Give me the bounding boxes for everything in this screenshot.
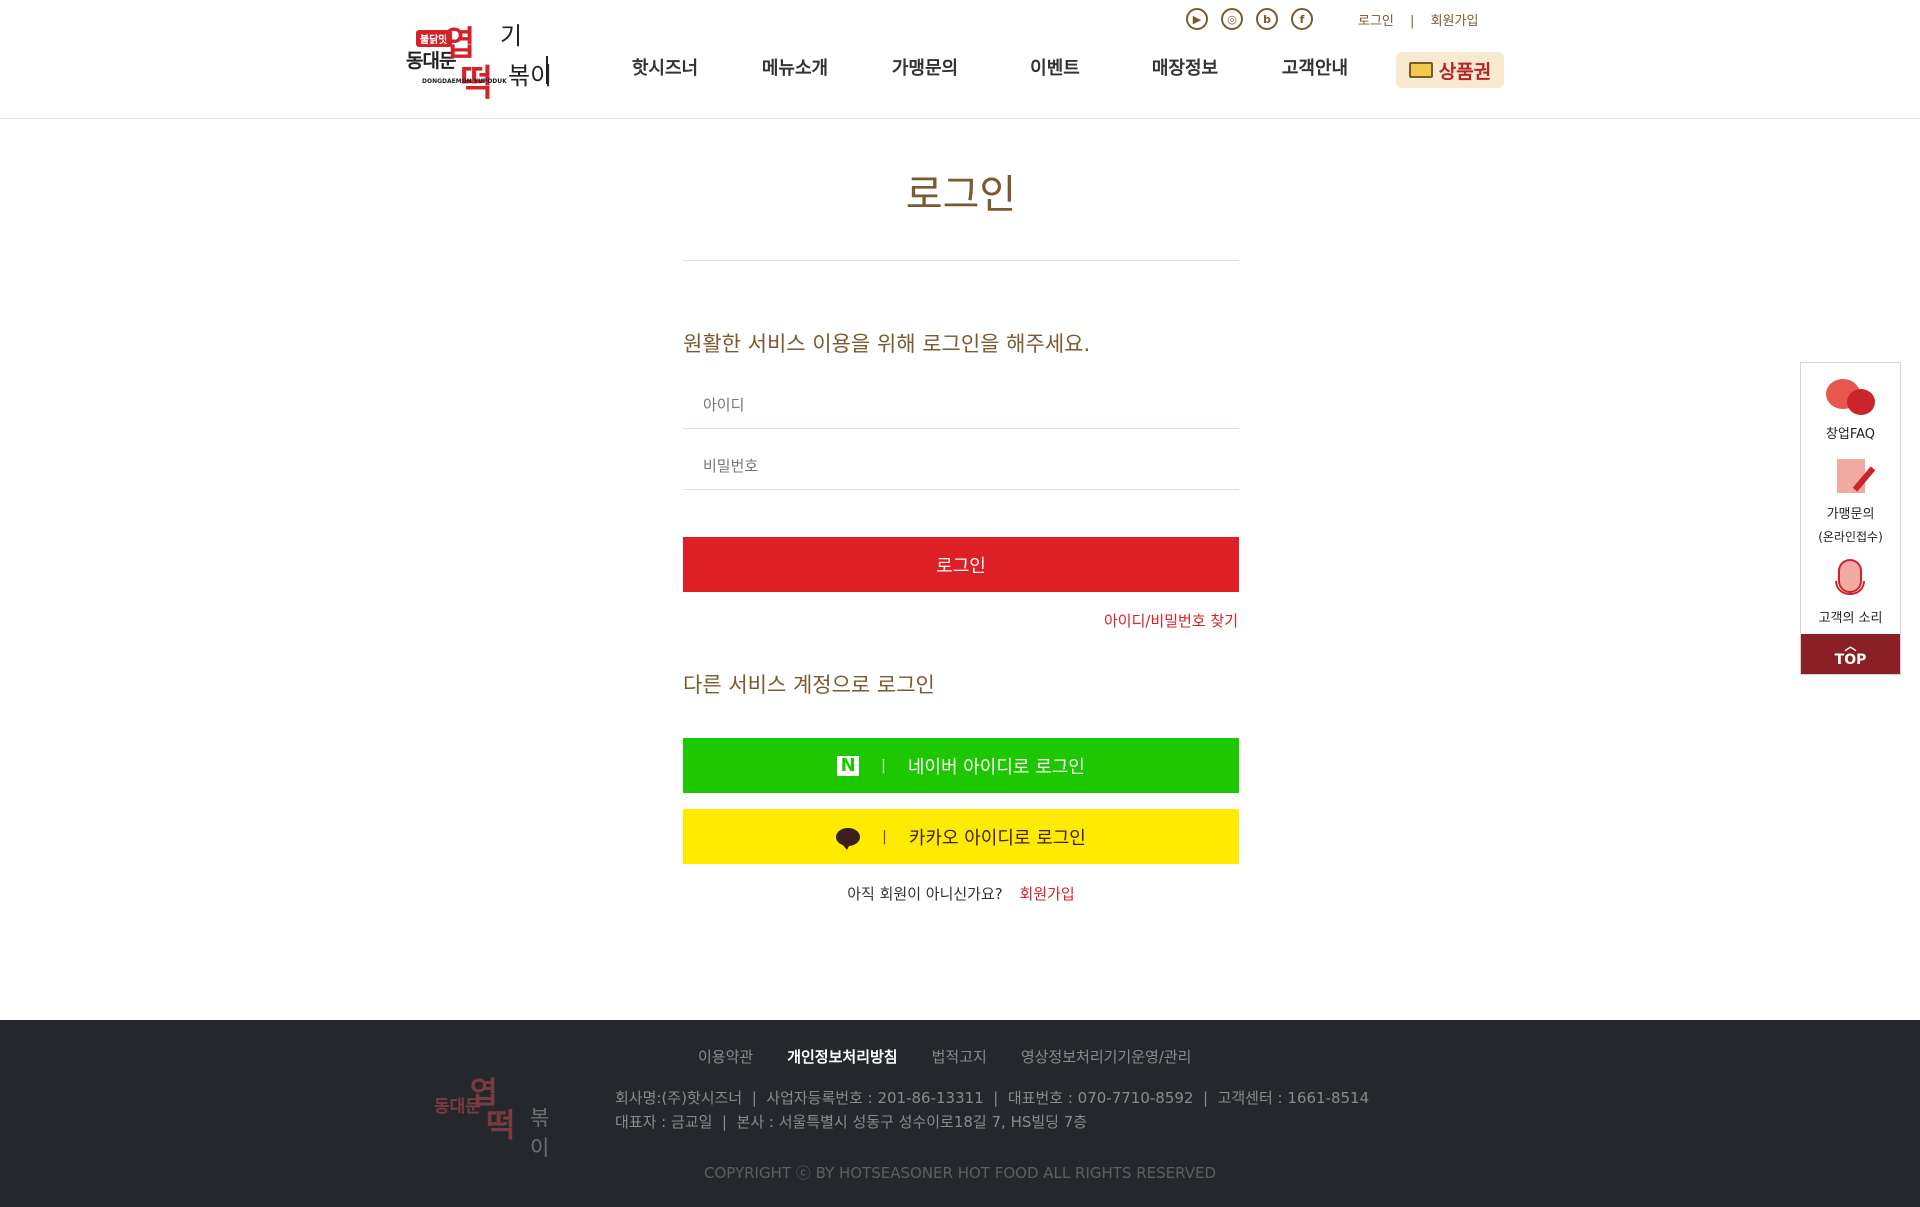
find-account-link[interactable]: 아이디/비밀번호 찾기 xyxy=(1104,610,1238,631)
nav-item-menu[interactable]: 메뉴소개 xyxy=(730,54,860,80)
nav-item-stores[interactable]: 매장정보 xyxy=(1120,54,1250,80)
company-info-line: 회사명:(주)핫시즈너 | 사업자등록번호 : 201-86-13311 | 대… xyxy=(615,1089,1370,1107)
footer-logo-text: 떡 xyxy=(486,1106,516,1144)
footer-logo-text: 볶이 xyxy=(530,1106,550,1160)
divider: | xyxy=(882,828,887,845)
kakao-talk-icon xyxy=(836,827,861,850)
footer-logo: 동대문 엽 떡 볶이 xyxy=(434,1070,564,1160)
logo-text-en: DONGDAEMUN YUPDDUK xyxy=(422,78,507,85)
id-field xyxy=(683,381,1239,429)
nav-item-franchise[interactable]: 가맹문의 xyxy=(860,54,990,80)
quick-faq-label: 창업FAQ xyxy=(1825,427,1876,442)
login-guide-text: 원활한 서비스 이용을 위해 로그인을 해주세요. xyxy=(683,332,1091,356)
logo-text-ki: 기 xyxy=(500,22,523,50)
voucher-button[interactable]: 상품권 xyxy=(1396,52,1504,88)
footer-link-cctv[interactable]: 영상정보처리기기운영/관리 xyxy=(1021,1046,1192,1067)
document-pen-icon xyxy=(1801,459,1900,499)
quick-item-voice[interactable]: 고객의 소리 xyxy=(1801,559,1900,626)
footer-link-legal[interactable]: 법적고지 xyxy=(932,1046,987,1067)
not-member-text: 아직 회원이 아니신가요? xyxy=(847,885,1003,903)
header: 불닭맛 동대문 엽 기 떡 볶이 DONGDAEMUN YUPDDUK ▶ ◎ … xyxy=(0,0,1920,119)
login-button[interactable]: 로그인 xyxy=(683,537,1239,592)
quick-menu: 창업FAQ 가맹문의 (온라인접수) 고객의 소리 ︿ TOP xyxy=(1800,362,1901,675)
instagram-icon[interactable]: ◎ xyxy=(1221,8,1243,30)
join-link[interactable]: 회원가입 xyxy=(1431,14,1479,29)
page-title: 로그인 xyxy=(905,172,1017,218)
nav-item-hotseasoner[interactable]: 핫시즈너 xyxy=(600,54,730,80)
blog-icon[interactable]: b xyxy=(1256,8,1278,30)
quick-inquiry-label: 가맹문의 xyxy=(1826,507,1875,522)
quick-item-inquiry[interactable]: 가맹문의 (온라인접수) xyxy=(1801,459,1900,545)
facebook-icon[interactable]: f xyxy=(1291,8,1313,30)
title-divider xyxy=(683,260,1239,261)
ticket-icon xyxy=(1408,62,1433,78)
naver-login-button[interactable]: N | 네이버 아이디로 로그인 xyxy=(683,738,1239,793)
main-nav: 핫시즈너 메뉴소개 가맹문의 이벤트 매장정보 고객안내 xyxy=(600,54,1380,80)
footer-link-privacy[interactable]: 개인정보처리방침 xyxy=(787,1046,897,1067)
quick-item-faq[interactable]: 창업FAQ xyxy=(1801,379,1900,442)
login-link[interactable]: 로그인 xyxy=(1358,14,1394,29)
naver-login-label: 네이버 아이디로 로그인 xyxy=(907,756,1085,778)
divider: | xyxy=(881,757,886,774)
footer: 동대문 엽 떡 볶이 이용약관 개인정보처리방침 법적고지 영상정보처리기기운영… xyxy=(0,1020,1920,1207)
password-field xyxy=(683,442,1239,490)
quick-inquiry-sub: (온라인접수) xyxy=(1818,530,1883,544)
join-link[interactable]: 회원가입 xyxy=(1020,885,1075,903)
nav-item-event[interactable]: 이벤트 xyxy=(990,54,1120,80)
id-input[interactable] xyxy=(683,381,1239,428)
sns-links: ▶ ◎ b f xyxy=(1186,8,1313,30)
copyright: COPYRIGHT ⓒ BY HOTSEASONER HOT FOOD ALL … xyxy=(703,1164,1217,1182)
top-label: TOP xyxy=(1834,652,1867,668)
kakao-login-label: 카카오 아이디로 로그인 xyxy=(908,827,1086,849)
join-prompt: 아직 회원이 아니신가요? 회원가입 xyxy=(683,883,1239,904)
password-input[interactable] xyxy=(683,442,1239,489)
kakao-login-button[interactable]: | 카카오 아이디로 로그인 xyxy=(683,809,1239,864)
brand-logo[interactable]: 불닭맛 동대문 엽 기 떡 볶이 DONGDAEMUN YUPDDUK xyxy=(404,16,554,104)
quick-voice-label: 고객의 소리 xyxy=(1818,611,1883,626)
microphone-icon xyxy=(1801,559,1900,603)
social-login-title: 다른 서비스 계정으로 로그인 xyxy=(683,673,935,697)
footer-link-terms[interactable]: 이용약관 xyxy=(698,1046,753,1067)
logo-bar xyxy=(546,56,548,84)
top-links: 로그인 | 회원가입 xyxy=(1358,10,1478,29)
nav-item-customer[interactable]: 고객안내 xyxy=(1250,54,1380,80)
chevron-up-icon: ︿ xyxy=(1844,639,1857,653)
naver-icon: N xyxy=(837,755,860,776)
youtube-icon[interactable]: ▶ xyxy=(1186,8,1208,30)
company-info: 회사명:(주)핫시즈너 | 사업자등록번호 : 201-86-13311 | 대… xyxy=(615,1086,1369,1134)
divider: | xyxy=(1410,14,1415,29)
scroll-top-button[interactable]: ︿ TOP xyxy=(1801,634,1900,674)
footer-links: 이용약관 개인정보처리방침 법적고지 영상정보처리기기운영/관리 xyxy=(698,1046,1191,1067)
company-info-line: 대표자 : 금교일 | 본사 : 서울특별시 성동구 성수이로18길 7, HS… xyxy=(615,1113,1088,1131)
chat-bubbles-icon xyxy=(1801,379,1900,419)
voucher-label: 상품권 xyxy=(1438,60,1492,83)
